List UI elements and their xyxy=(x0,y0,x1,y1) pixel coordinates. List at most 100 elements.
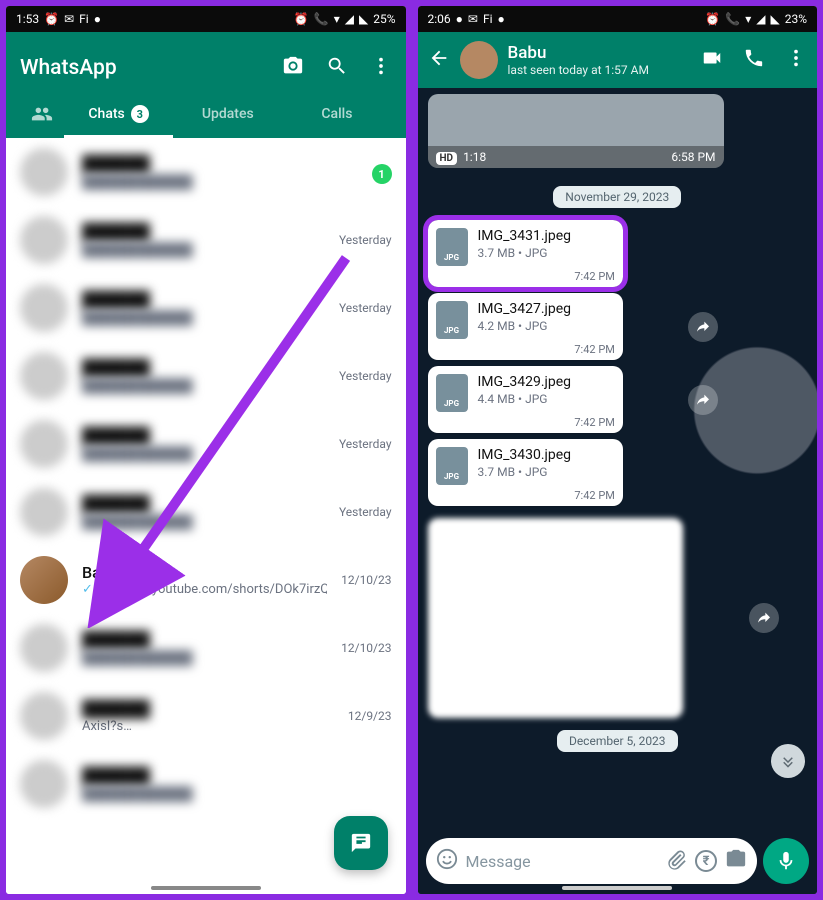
chat-row[interactable]: ██████████████████ Yesterday xyxy=(6,206,406,274)
chat-name: ██████ xyxy=(82,222,325,242)
battery-icon: ◣ xyxy=(359,12,368,26)
forward-button[interactable] xyxy=(749,603,779,633)
read-receipt-icon: ✓✓ xyxy=(82,582,104,597)
battery-text: 25% xyxy=(373,12,395,26)
file-message[interactable]: JPGIMG_3429.jpeg4.4 MB • JPG7:42 PM xyxy=(428,366,623,433)
chat-name: ██████ xyxy=(82,358,325,378)
chat-title-area[interactable]: Babu last seen today at 1:57 AM xyxy=(508,43,692,77)
file-name: IMG_3429.jpeg xyxy=(478,374,615,390)
chat-time: Yesterday xyxy=(339,233,392,247)
notif-icon: Fi xyxy=(79,12,89,26)
phone-chats-list: 1:53 ⏰ ✉ Fi ● ⏰ 📞 ▾ ◢ ◣ 25% WhatsApp xyxy=(3,3,409,897)
file-type-icon: JPG xyxy=(436,301,468,339)
more-icon[interactable] xyxy=(370,55,392,81)
input-bar: Message ₹ xyxy=(418,832,818,894)
avatar[interactable] xyxy=(20,216,68,264)
chat-row[interactable]: ██████████████████ xyxy=(6,750,406,818)
chat-name: ██████ xyxy=(82,630,327,650)
chat-row[interactable]: ██████████████████Yesterday xyxy=(6,342,406,410)
chat-name: ██████ xyxy=(82,154,358,174)
last-seen: last seen today at 1:57 AM xyxy=(508,63,692,77)
payment-icon[interactable]: ₹ xyxy=(695,850,717,872)
chat-time: 12/10/23 xyxy=(341,573,391,587)
chats-badge: 3 xyxy=(131,105,149,123)
alarm-icon: ⏰ xyxy=(705,12,720,26)
chat-row[interactable]: ██████AxisI?s…12/9/23 xyxy=(6,682,406,750)
forward-button[interactable] xyxy=(688,385,718,415)
message-placeholder: Message xyxy=(466,852,658,871)
tab-bar: Chats 3 Updates Calls xyxy=(20,90,392,138)
chat-name: ██████ xyxy=(82,699,334,719)
chat-row[interactable]: ██████████████████12/10/23 xyxy=(6,614,406,682)
video-call-icon[interactable] xyxy=(701,47,723,73)
emoji-icon[interactable] xyxy=(436,848,458,874)
avatar[interactable] xyxy=(20,556,68,604)
message-bubble-blurred[interactable] xyxy=(428,518,683,718)
file-message[interactable]: JPGIMG_3427.jpeg4.2 MB • JPG7:42 PM xyxy=(428,293,623,360)
more-icon[interactable] xyxy=(785,47,807,73)
chat-header: Babu last seen today at 1:57 AM xyxy=(418,32,818,88)
search-icon[interactable] xyxy=(326,55,348,81)
chat-body[interactable]: HD1:18 6:58 PM November 29, 2023 JPGIMG_… xyxy=(418,88,818,832)
hd-badge: HD xyxy=(436,152,458,165)
file-message[interactable]: JPGIMG_3431.jpeg3.7 MB • JPG7:42 PM xyxy=(428,220,623,287)
chat-time: Yesterday xyxy=(339,369,392,383)
file-message[interactable]: JPGIMG_3430.jpeg3.7 MB • JPG7:42 PM xyxy=(428,439,623,506)
forward-button[interactable] xyxy=(688,312,718,342)
chat-row[interactable]: Babu✓✓https://youtube.com/shorts/DOk7irz… xyxy=(6,546,406,614)
tab-calls[interactable]: Calls xyxy=(282,90,391,138)
notif-icon: ● xyxy=(498,12,505,26)
camera-icon[interactable] xyxy=(725,848,747,874)
wifi-icon: ▾ xyxy=(745,12,751,26)
notif-icon: Fi xyxy=(483,12,493,26)
avatar[interactable] xyxy=(20,488,68,536)
message-time: 6:58 PM xyxy=(671,150,715,164)
camera-icon[interactable] xyxy=(282,55,304,81)
chat-preview: ✓✓https://youtube.com/shorts/DOk7irzQALg… xyxy=(82,582,327,597)
avatar[interactable] xyxy=(20,692,68,740)
date-separator: November 29, 2023 xyxy=(553,186,681,208)
avatar[interactable] xyxy=(20,284,68,332)
avatar[interactable] xyxy=(20,624,68,672)
chat-name: Babu xyxy=(508,43,692,63)
chat-preview: ████████████ xyxy=(82,514,325,530)
avatar[interactable] xyxy=(20,352,68,400)
chat-row[interactable]: ██████████████████Yesterday xyxy=(6,410,406,478)
video-message[interactable]: HD1:18 6:58 PM xyxy=(428,94,724,168)
tab-updates[interactable]: Updates xyxy=(173,90,282,138)
avatar[interactable] xyxy=(20,760,68,808)
mic-button[interactable] xyxy=(763,838,809,884)
signal-icon: ◢ xyxy=(345,12,354,26)
chat-row[interactable]: ██████████████████ 1 xyxy=(6,138,406,206)
clock-text: 2:06 xyxy=(428,12,451,26)
file-type-icon: JPG xyxy=(436,374,468,412)
avatar[interactable] xyxy=(460,41,498,79)
avatar[interactable] xyxy=(20,148,68,196)
message-time: 7:42 PM xyxy=(436,416,615,429)
chat-preview: ████████████ xyxy=(82,310,325,326)
chat-preview: ████████████ xyxy=(82,174,358,190)
nav-handle[interactable] xyxy=(151,886,261,890)
tab-communities[interactable] xyxy=(20,90,64,138)
scroll-to-bottom[interactable] xyxy=(771,744,805,778)
new-chat-fab[interactable] xyxy=(334,816,388,870)
chat-row[interactable]: ██████████████████Yesterday xyxy=(6,478,406,546)
wifi-icon: ▾ xyxy=(334,12,340,26)
attachment-icon[interactable] xyxy=(665,848,687,874)
avatar[interactable] xyxy=(20,420,68,468)
status-bar: 2:06 ● ✉ Fi ● ⏰ 📞 ▾ ◢ ◣ 23% xyxy=(418,6,818,32)
voice-call-icon[interactable] xyxy=(743,47,765,73)
file-type-icon: JPG xyxy=(436,228,468,266)
chat-preview: ████████████ xyxy=(82,242,325,258)
chat-list[interactable]: ██████████████████1██████████████████Yes… xyxy=(6,138,406,894)
chat-row[interactable]: ██████████████████Yesterday xyxy=(6,274,406,342)
chat-name: ██████ xyxy=(82,290,325,310)
wifi-calling-icon: 📞 xyxy=(725,12,740,26)
message-input[interactable]: Message ₹ xyxy=(426,838,758,884)
tab-chats[interactable]: Chats 3 xyxy=(64,90,173,138)
file-name: IMG_3430.jpeg xyxy=(478,447,615,463)
back-button[interactable] xyxy=(428,47,450,73)
nav-handle[interactable] xyxy=(562,886,672,890)
unread-badge: 1 xyxy=(372,164,392,184)
battery-icon: ◣ xyxy=(770,12,779,26)
